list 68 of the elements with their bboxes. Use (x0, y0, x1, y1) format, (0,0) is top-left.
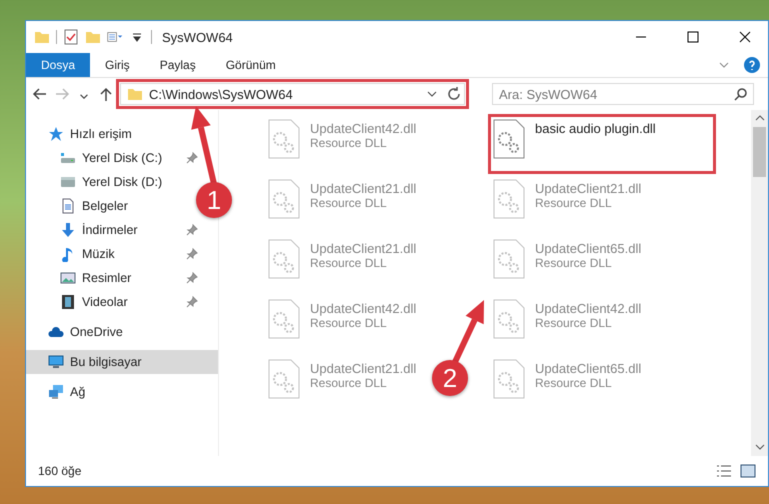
file-item[interactable]: UpdateClient65.dll Resource DLL (489, 235, 646, 293)
picture-icon (60, 270, 76, 286)
file-item[interactable]: UpdateClient21.dll Resource DLL (264, 355, 420, 413)
maximize-icon (687, 31, 699, 43)
scroll-thumb[interactable] (753, 127, 766, 177)
sidebar-item[interactable]: Hızlı erişim (26, 122, 138, 146)
gear-file-icon (268, 299, 300, 339)
gear-file-icon (493, 119, 525, 159)
window-title: SysWOW64 (162, 30, 234, 44)
sidebar-item[interactable]: Videolar (26, 290, 202, 314)
file-item[interactable]: UpdateClient42.dll Resource DLL (264, 295, 420, 353)
gear-file-icon (493, 179, 525, 219)
folder-icon (127, 86, 143, 102)
pin-icon[interactable] (186, 296, 198, 308)
sidebar-item[interactable]: Yerel Disk (D:) (26, 170, 168, 194)
up-button[interactable] (98, 86, 114, 102)
drive-icon (60, 174, 76, 190)
file-item[interactable]: UpdateClient42.dll Resource DLL (489, 295, 646, 353)
pin-icon[interactable] (186, 152, 198, 164)
download-icon (60, 222, 76, 238)
item-count: 160 öğe (38, 464, 82, 478)
sidebar-item[interactable]: Bu bilgisayar (26, 350, 218, 374)
sidebar-item[interactable]: Yerel Disk (C:) (26, 146, 202, 170)
computer-icon (48, 354, 64, 370)
file-item[interactable]: UpdateClient21.dll Resource DLL (489, 175, 646, 233)
ribbon-tab[interactable]: Giriş (90, 53, 145, 77)
ribbon-tab[interactable]: Dosya (26, 53, 90, 77)
checklist-icon[interactable] (63, 29, 79, 45)
star-icon (48, 126, 64, 142)
help-icon[interactable] (744, 57, 760, 73)
sidebar-item[interactable]: Belgeler (26, 194, 134, 218)
gear-file-icon (493, 299, 525, 339)
back-button[interactable] (32, 86, 48, 102)
network-icon (48, 384, 64, 400)
pin-icon[interactable] (186, 248, 198, 260)
drive-c-icon (60, 150, 76, 166)
large-icons-view-icon[interactable] (740, 464, 756, 478)
search-field[interactable]: Ara: SysWOW64 (492, 83, 754, 105)
file-item[interactable]: basic audio plugin.dll (489, 115, 715, 173)
close-icon (739, 31, 751, 43)
document-icon (60, 198, 76, 214)
sidebar-item[interactable]: Ağ (26, 380, 92, 404)
chevron-down-icon (80, 94, 88, 98)
gear-file-icon (268, 239, 300, 279)
gear-file-icon (268, 179, 300, 219)
scroll-up-icon[interactable] (754, 113, 764, 123)
gear-file-icon (493, 359, 525, 399)
video-icon (60, 294, 76, 310)
scroll-down-icon[interactable] (754, 442, 764, 452)
file-item[interactable]: UpdateClient21.dll Resource DLL (264, 235, 420, 293)
sidebar-item[interactable]: Resimler (26, 266, 202, 290)
pin-icon[interactable] (186, 272, 198, 284)
scrollbar[interactable] (751, 110, 768, 456)
ribbon-tab[interactable]: Paylaş (144, 53, 211, 77)
sidebar-item[interactable]: OneDrive (26, 320, 129, 344)
gear-file-icon (268, 359, 300, 399)
ribbon-tab[interactable]: Görünüm (210, 53, 291, 77)
gear-file-icon (493, 239, 525, 279)
details-view-icon[interactable] (716, 464, 732, 478)
file-item[interactable]: UpdateClient42.dll Resource DLL (264, 115, 420, 173)
pin-icon[interactable] (186, 224, 198, 236)
file-item[interactable]: UpdateClient21.dll Resource DLL (264, 175, 420, 233)
sidebar-item[interactable]: İndirmeler (26, 218, 202, 242)
file-item[interactable]: UpdateClient65.dll Resource DLL (489, 355, 646, 413)
cloud-icon (48, 324, 64, 340)
gear-file-icon (268, 119, 300, 159)
sidebar-item[interactable]: Müzik (26, 242, 202, 266)
pointer-arrow (452, 300, 484, 364)
